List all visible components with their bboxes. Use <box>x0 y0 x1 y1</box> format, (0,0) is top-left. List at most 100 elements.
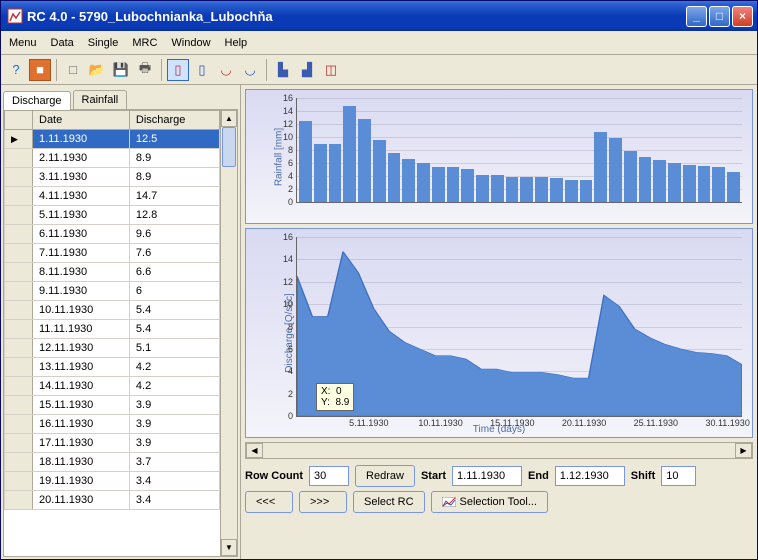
bar[interactable] <box>565 180 578 202</box>
table-row[interactable]: 10.11.19305.4 <box>5 301 220 320</box>
row-header[interactable] <box>5 396 33 415</box>
row-header[interactable] <box>5 358 33 377</box>
bar[interactable] <box>417 163 430 202</box>
row-header[interactable] <box>5 225 33 244</box>
cell-discharge[interactable]: 3.4 <box>129 472 219 491</box>
cell-discharge[interactable]: 4.2 <box>129 377 219 396</box>
tab-discharge[interactable]: Discharge <box>3 91 71 110</box>
cell-discharge[interactable]: 9.6 <box>129 225 219 244</box>
bar[interactable] <box>520 177 533 202</box>
select-rc-button[interactable]: Select RC <box>353 491 425 513</box>
cell-date[interactable]: 4.11.1930 <box>33 187 130 206</box>
cell-discharge[interactable]: 7.6 <box>129 244 219 263</box>
cell-date[interactable]: 9.11.1930 <box>33 282 130 301</box>
bar[interactable] <box>432 167 445 202</box>
cell-discharge[interactable]: 3.9 <box>129 396 219 415</box>
menu-single[interactable]: Single <box>88 37 119 49</box>
scroll-thumb[interactable] <box>222 127 236 167</box>
new-icon[interactable]: □ <box>62 59 84 81</box>
cell-date[interactable]: 20.11.1930 <box>33 491 130 510</box>
bar[interactable] <box>476 175 489 202</box>
data-grid[interactable]: Date Discharge 1.11.193012.52.11.19308.9… <box>4 110 220 556</box>
menu-help[interactable]: Help <box>225 37 248 49</box>
scroll-down-icon[interactable]: ▼ <box>221 539 237 556</box>
bar[interactable] <box>491 175 504 202</box>
cell-discharge[interactable]: 8.9 <box>129 149 219 168</box>
close-button[interactable]: × <box>732 6 753 27</box>
row-header[interactable] <box>5 206 33 225</box>
cell-date[interactable]: 7.11.1930 <box>33 244 130 263</box>
table-row[interactable]: 13.11.19304.2 <box>5 358 220 377</box>
minimize-button[interactable]: _ <box>686 6 707 27</box>
bar[interactable] <box>447 167 460 202</box>
curve-icon[interactable]: ◡ <box>215 59 237 81</box>
redraw-button[interactable]: Redraw <box>355 465 415 487</box>
row-header[interactable] <box>5 130 33 149</box>
cell-discharge[interactable]: 3.4 <box>129 491 219 510</box>
row-header[interactable] <box>5 453 33 472</box>
menu-window[interactable]: Window <box>171 37 210 49</box>
bar[interactable] <box>535 177 548 202</box>
bar[interactable] <box>299 121 312 202</box>
table-row[interactable]: 5.11.193012.8 <box>5 206 220 225</box>
cell-date[interactable]: 17.11.1930 <box>33 434 130 453</box>
cell-discharge[interactable]: 12.5 <box>129 130 219 149</box>
print-icon[interactable]: 🖶 <box>134 59 156 81</box>
col-date[interactable]: Date <box>33 111 130 130</box>
table-row[interactable]: 19.11.19303.4 <box>5 472 220 491</box>
cell-date[interactable]: 14.11.1930 <box>33 377 130 396</box>
cell-date[interactable]: 6.11.1930 <box>33 225 130 244</box>
open-icon[interactable]: 📂 <box>86 59 108 81</box>
cell-discharge[interactable]: 3.7 <box>129 453 219 472</box>
bar[interactable] <box>712 167 725 202</box>
table-row[interactable]: 9.11.19306 <box>5 282 220 301</box>
col-discharge[interactable]: Discharge <box>129 111 219 130</box>
sheet-blue-icon[interactable]: ▯ <box>191 59 213 81</box>
cell-discharge[interactable]: 6.6 <box>129 263 219 282</box>
chart3-icon[interactable]: ◫ <box>320 59 342 81</box>
cell-date[interactable]: 1.11.1930 <box>33 130 130 149</box>
table-row[interactable]: 20.11.19303.4 <box>5 491 220 510</box>
table-row[interactable]: 8.11.19306.6 <box>5 263 220 282</box>
table-row[interactable]: 7.11.19307.6 <box>5 244 220 263</box>
chart2-icon[interactable]: ▟ <box>296 59 318 81</box>
cell-date[interactable]: 5.11.1930 <box>33 206 130 225</box>
cell-discharge[interactable]: 5.4 <box>129 320 219 339</box>
stop-icon[interactable]: ■ <box>29 59 51 81</box>
help-icon[interactable]: ? <box>5 59 27 81</box>
cell-date[interactable]: 11.11.1930 <box>33 320 130 339</box>
chart1-icon[interactable]: ▙ <box>272 59 294 81</box>
bar[interactable] <box>343 106 356 202</box>
row-header[interactable] <box>5 472 33 491</box>
cell-discharge[interactable]: 4.2 <box>129 358 219 377</box>
scroll-up-icon[interactable]: ▲ <box>221 110 237 127</box>
tab-rainfall[interactable]: Rainfall <box>73 90 128 109</box>
bar[interactable] <box>668 163 681 202</box>
bar[interactable] <box>594 132 607 202</box>
row-header[interactable] <box>5 187 33 206</box>
table-row[interactable]: 1.11.193012.5 <box>5 130 220 149</box>
rainfall-chart[interactable]: Rainfall [mm] 0246810121416 <box>245 89 753 224</box>
bar[interactable] <box>358 119 371 202</box>
cell-date[interactable]: 16.11.1930 <box>33 415 130 434</box>
row-header[interactable] <box>5 282 33 301</box>
table-row[interactable]: 2.11.19308.9 <box>5 149 220 168</box>
cell-discharge[interactable]: 5.4 <box>129 301 219 320</box>
row-header[interactable] <box>5 244 33 263</box>
row-header[interactable] <box>5 491 33 510</box>
grid-vscrollbar[interactable]: ▲ ▼ <box>220 110 237 556</box>
rc-icon[interactable]: ◡ <box>239 59 261 81</box>
row-header[interactable] <box>5 415 33 434</box>
table-row[interactable]: 18.11.19303.7 <box>5 453 220 472</box>
table-row[interactable]: 4.11.193014.7 <box>5 187 220 206</box>
cell-discharge[interactable]: 8.9 <box>129 168 219 187</box>
bar[interactable] <box>639 157 652 203</box>
table-row[interactable]: 17.11.19303.9 <box>5 434 220 453</box>
scroll-right-icon[interactable]: ▶ <box>735 443 752 458</box>
cell-discharge[interactable]: 3.9 <box>129 415 219 434</box>
selection-tool-button[interactable]: Selection Tool... <box>431 491 548 513</box>
bar[interactable] <box>329 144 342 202</box>
bar[interactable] <box>624 151 637 202</box>
bar[interactable] <box>402 159 415 202</box>
cell-date[interactable]: 10.11.1930 <box>33 301 130 320</box>
